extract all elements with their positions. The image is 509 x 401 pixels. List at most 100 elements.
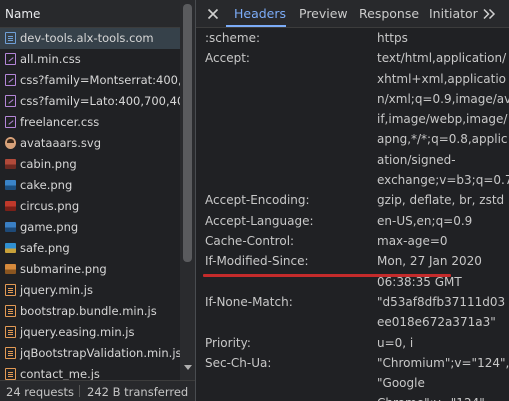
header-name: If-Modified-Since: xyxy=(205,254,309,269)
request-name: bootstrap.bundle.min.js xyxy=(20,304,157,318)
header-value-line: gzip, deflate, br, zstd xyxy=(377,193,505,208)
request-row[interactable]: cabin.png xyxy=(0,154,180,175)
request-name: jquery.min.js xyxy=(20,283,93,297)
request-row[interactable]: game.png xyxy=(0,217,180,238)
header-value: Mon, 27 Jan 2020 06:38:35 GMT xyxy=(377,251,509,292)
header-name: Priority: xyxy=(205,335,251,350)
tab-headers[interactable]: Headers xyxy=(234,0,286,27)
image-icon xyxy=(5,222,16,232)
header-value-line: apng,*/*;q=0.8,applic xyxy=(377,132,508,147)
header-value-line: exchange;v=b3;q=0.7 xyxy=(377,173,509,188)
header-value-line: n/xml;q=0.9,image/av xyxy=(377,91,509,106)
request-list-scrollbar[interactable] xyxy=(180,0,195,380)
stylesheet-icon xyxy=(5,116,16,128)
script-icon xyxy=(5,305,16,317)
header-value: "d53af8dfb37111d03 ee018e672a371a3" xyxy=(377,292,509,333)
header-value: "Chromium";v="124", "Google Chrome";v="124… xyxy=(377,353,509,401)
request-name: safe.png xyxy=(20,241,70,255)
request-name: contact_me.js xyxy=(20,367,100,380)
header-name: If-None-Match: xyxy=(205,294,293,309)
header-value-line: Chrome";v="124" xyxy=(377,393,509,401)
header-value-line: ee018e672a371a3" xyxy=(377,315,496,330)
header-value-line: Mon, 27 Jan 2020 xyxy=(377,254,482,269)
request-name: jquery.easing.min.js xyxy=(20,325,135,339)
request-row[interactable]: freelancer.css xyxy=(0,112,180,133)
header-value: en-US,en;q=0.9 xyxy=(377,211,509,231)
header-value-line: u=0, i xyxy=(377,335,414,350)
stylesheet-icon xyxy=(5,74,16,86)
header-name: Accept: xyxy=(205,51,250,66)
name-column-header[interactable]: Name xyxy=(0,0,180,28)
network-status-bar: 24 requests 242 B transferred xyxy=(0,380,195,401)
request-list: dev-tools.alx-tools.com all.min.css css?fa… xyxy=(0,28,180,380)
script-icon xyxy=(5,326,16,338)
stylesheet-icon xyxy=(5,53,16,65)
header-value: text/html,application/xhtml+xml,applicat… xyxy=(377,48,509,190)
header-value: u=0, i xyxy=(377,333,509,353)
request-row[interactable]: jquery.easing.min.js xyxy=(0,322,180,343)
devtools-network-panel: Name dev-tools.alx-tools.com all.min.css c… xyxy=(0,0,509,401)
request-name: css?family=Montserrat:400,... xyxy=(20,73,180,87)
script-icon xyxy=(5,347,16,359)
tab-preview[interactable]: Preview xyxy=(299,0,348,27)
header-value-line: https xyxy=(377,31,408,45)
active-tab-indicator xyxy=(226,25,286,27)
request-name: cake.png xyxy=(20,178,73,192)
request-name: dev-tools.alx-tools.com xyxy=(20,31,154,45)
request-row[interactable]: safe.png xyxy=(0,238,180,259)
header-value: gzip, deflate, br, zstd xyxy=(377,190,509,210)
scrollbar-thumb[interactable] xyxy=(183,4,192,262)
header-name: Accept-Encoding: xyxy=(205,193,310,208)
header-value-line: if,image/webp,image/ xyxy=(377,112,508,127)
close-icon[interactable] xyxy=(207,8,219,20)
image-icon xyxy=(5,180,16,190)
request-row[interactable]: css?family=Lato:400,700,40... xyxy=(0,91,180,112)
request-name: submarine.png xyxy=(20,262,107,276)
header-value-line: text/html,application/ xyxy=(377,51,507,66)
image-icon xyxy=(5,264,16,274)
document-icon xyxy=(5,32,16,44)
header-value-line: max-age=0 xyxy=(377,234,448,248)
request-row[interactable]: bootstrap.bundle.min.js xyxy=(0,301,180,322)
request-name: css?family=Lato:400,700,40... xyxy=(20,94,180,108)
details-tab-bar: Headers Preview Response Initiator xyxy=(196,0,509,28)
request-row[interactable]: dev-tools.alx-tools.com xyxy=(0,28,180,49)
header-value: max-age=0 xyxy=(377,231,509,251)
header-name: :scheme: xyxy=(205,31,260,45)
header-value-line: "Google xyxy=(377,376,425,391)
header-value-line: 06:38:35 GMT xyxy=(377,274,462,289)
more-tabs-chevron-icon[interactable] xyxy=(482,7,496,21)
stylesheet-icon xyxy=(5,95,16,107)
status-divider xyxy=(79,385,80,397)
request-name: avataaars.svg xyxy=(20,136,102,150)
header-name: Accept-Language: xyxy=(205,213,314,228)
request-row[interactable]: submarine.png xyxy=(0,259,180,280)
avatar-image-icon xyxy=(5,137,16,149)
request-row[interactable]: all.min.css xyxy=(0,49,180,70)
request-row[interactable]: avataaars.svg xyxy=(0,133,180,154)
request-name: jqBootstrapValidation.min.js xyxy=(20,346,180,360)
header-value-line: xhtml+xml,applicatio xyxy=(377,71,507,86)
request-name: game.png xyxy=(20,220,79,234)
request-headers-list: :scheme: https Accept: text/html,applicatio… xyxy=(196,28,509,401)
request-row[interactable]: css?family=Montserrat:400,... xyxy=(0,70,180,91)
header-value-line: "d53af8dfb37111d03 xyxy=(377,294,506,309)
request-name: all.min.css xyxy=(20,52,81,66)
scroll-down-arrow-icon[interactable] xyxy=(184,365,192,370)
tab-response[interactable]: Response xyxy=(359,0,419,27)
header-value-line: en-US,en;q=0.9 xyxy=(377,213,473,228)
header-name: Sec-Ch-Ua: xyxy=(205,355,272,370)
request-row[interactable]: jqBootstrapValidation.min.js xyxy=(0,343,180,364)
request-row[interactable]: contact_me.js xyxy=(0,364,180,380)
transferred-size: 242 B transferred xyxy=(87,385,189,399)
request-row[interactable]: circus.png xyxy=(0,196,180,217)
name-column-label: Name xyxy=(5,7,41,21)
request-row[interactable]: cake.png xyxy=(0,175,180,196)
script-icon xyxy=(5,368,16,380)
request-row[interactable]: jquery.min.js xyxy=(0,280,180,301)
script-icon xyxy=(5,284,16,296)
image-icon xyxy=(5,201,16,211)
tab-initiator[interactable]: Initiator xyxy=(429,0,478,27)
request-details-pane: Headers Preview Response Initiator :sche… xyxy=(196,0,509,401)
request-name: freelancer.css xyxy=(20,115,100,129)
